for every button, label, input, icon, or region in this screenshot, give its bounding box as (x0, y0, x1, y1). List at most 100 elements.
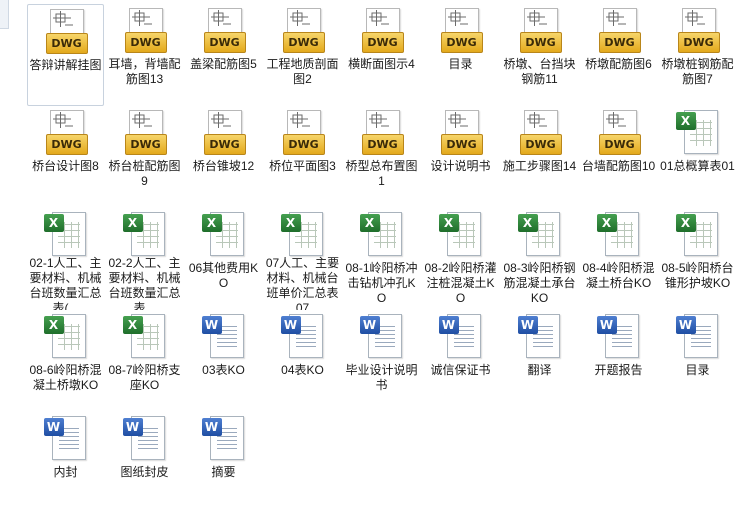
file-item[interactable]: DWG 桥墩、台挡块钢筋11 (501, 4, 578, 106)
file-item[interactable]: X 08-4岭阳桥混凝土桥台KO (580, 208, 657, 310)
excel-file-icon: X (595, 210, 643, 258)
file-item[interactable]: DWG 桥台设计图8 (27, 106, 104, 208)
excel-file-icon: X (121, 210, 169, 256)
file-item[interactable]: W 翻译 (501, 310, 578, 412)
file-item[interactable]: W 04表KO (264, 310, 341, 412)
excel-file-icon: X (674, 108, 722, 156)
file-name-label: 横断面图示4 (348, 57, 415, 71)
word-file-icon: W (437, 312, 485, 360)
file-name-label: 08-5岭阳桥台锥形护坡KO (661, 261, 734, 290)
file-name-label: 08-4岭阳桥混凝土桥台KO (582, 261, 655, 290)
excel-file-icon: X (279, 210, 327, 256)
file-name-label: 02-2人工、主要材料、机械台班数量汇总表... (108, 256, 181, 310)
file-name-label: 耳墙，背墙配筋图13 (108, 57, 181, 86)
dwg-file-icon: DWG (279, 6, 327, 54)
file-item[interactable]: W 03表KO (185, 310, 262, 412)
file-item[interactable]: W 毕业设计说明书 (343, 310, 420, 412)
file-name-label: 08-2岭阳桥灌注桩混凝土KO (424, 261, 497, 305)
file-item[interactable]: W 摘要 (185, 412, 262, 514)
dwg-file-icon: DWG (437, 108, 485, 156)
file-name-label: 桥墩、台挡块钢筋11 (503, 57, 576, 86)
word-file-icon: W (200, 414, 248, 462)
file-name-label: 08-3岭阳桥钢筋混凝土承台KO (503, 261, 576, 305)
file-item[interactable]: DWG 桥型总布置图1 (343, 106, 420, 208)
file-name-label: 翻译 (527, 363, 552, 377)
file-item[interactable]: DWG 台墙配筋图10 (580, 106, 657, 208)
file-name-label: 图纸封皮 (120, 465, 169, 479)
dwg-file-icon: DWG (358, 108, 406, 156)
file-name-label: 08-1岭阳桥冲击钻机冲孔KO (345, 261, 418, 305)
file-name-label: 桥墩配筋图6 (585, 57, 652, 71)
file-item[interactable]: DWG 盖梁配筋图5 (185, 4, 262, 106)
file-item[interactable]: X 01总概算表01 (659, 106, 736, 208)
file-name-label: 内封 (53, 465, 78, 479)
file-name-label: 桥台设计图8 (32, 159, 99, 173)
excel-file-icon: X (42, 210, 90, 256)
dwg-file-icon: DWG (516, 108, 564, 156)
file-item[interactable]: X 07人工、主要材料、机械台班单价汇总表07 (264, 208, 341, 310)
file-item[interactable]: DWG 目录 (422, 4, 499, 106)
file-item[interactable]: DWG 桥位平面图3 (264, 106, 341, 208)
word-file-icon: W (279, 312, 327, 360)
file-item[interactable]: DWG 工程地质剖面图2 (264, 4, 341, 106)
excel-file-icon: X (121, 312, 169, 360)
file-item[interactable]: X 06其他费用KO (185, 208, 262, 310)
file-item[interactable]: DWG 施工步骤图14 (501, 106, 578, 208)
file-name-label: 摘要 (211, 465, 236, 479)
file-item[interactable]: X 02-2人工、主要材料、机械台班数量汇总表... (106, 208, 183, 310)
file-item[interactable]: X 08-6岭阳桥混凝土桥墩KO (27, 310, 104, 412)
file-item[interactable]: X 02-1人工、主要材料、机械台班数量汇总表(... (27, 208, 104, 310)
dwg-file-icon: DWG (437, 6, 485, 54)
file-item[interactable]: W 目录 (659, 310, 736, 412)
file-grid: DWG 答辩讲解挂图 DWG 耳墙，背墙配筋图13 DWG 盖梁配筋图5 DWG 工程地质剖面… (27, 4, 738, 514)
word-file-icon: W (42, 414, 90, 462)
file-item[interactable]: W 开题报告 (580, 310, 657, 412)
file-name-label: 毕业设计说明书 (345, 363, 418, 392)
file-name-label: 开题报告 (594, 363, 643, 377)
file-item[interactable]: DWG 横断面图示4 (343, 4, 420, 106)
file-item[interactable]: DWG 桥台桩配筋图9 (106, 106, 183, 208)
file-item[interactable]: X 08-1岭阳桥冲击钻机冲孔KO (343, 208, 420, 310)
file-name-label: 诚信保证书 (430, 363, 491, 377)
dwg-file-icon: DWG (595, 108, 643, 156)
word-file-icon: W (516, 312, 564, 360)
file-item[interactable]: DWG 桥墩桩钢筋配筋图7 (659, 4, 736, 106)
file-item[interactable]: DWG 桥台锥坡12 (185, 106, 262, 208)
file-item[interactable]: W 内封 (27, 412, 104, 514)
word-file-icon: W (674, 312, 722, 360)
file-name-label: 08-7岭阳桥支座KO (108, 363, 181, 392)
file-item[interactable]: DWG 设计说明书 (422, 106, 499, 208)
file-item[interactable]: X 08-7岭阳桥支座KO (106, 310, 183, 412)
file-item[interactable]: W 图纸封皮 (106, 412, 183, 514)
dwg-file-icon: DWG (516, 6, 564, 54)
file-name-label: 桥台桩配筋图9 (108, 159, 181, 188)
dwg-file-icon: DWG (42, 7, 90, 55)
file-name-label: 桥墩桩钢筋配筋图7 (661, 57, 734, 86)
file-name-label: 目录 (685, 363, 710, 377)
file-item[interactable]: X 08-3岭阳桥钢筋混凝土承台KO (501, 208, 578, 310)
scrollbar-stub[interactable] (0, 0, 9, 29)
dwg-file-icon: DWG (358, 6, 406, 54)
excel-file-icon: X (358, 210, 406, 258)
file-name-label: 施工步骤图14 (502, 159, 577, 173)
file-item[interactable]: X 08-2岭阳桥灌注桩混凝土KO (422, 208, 499, 310)
file-name-label: 03表KO (202, 363, 245, 377)
word-file-icon: W (121, 414, 169, 462)
file-item[interactable]: X 08-5岭阳桥台锥形护坡KO (659, 208, 736, 310)
dwg-file-icon: DWG (279, 108, 327, 156)
file-item[interactable]: DWG 桥墩配筋图6 (580, 4, 657, 106)
file-item[interactable]: DWG 答辩讲解挂图 (27, 4, 104, 106)
dwg-file-icon: DWG (200, 6, 248, 54)
file-name-label: 桥型总布置图1 (345, 159, 418, 188)
file-item[interactable]: W 诚信保证书 (422, 310, 499, 412)
file-item[interactable]: DWG 耳墙，背墙配筋图13 (106, 4, 183, 106)
file-name-label: 01总概算表01 (660, 159, 735, 173)
file-name-label: 设计说明书 (430, 159, 491, 173)
file-name-label: 02-1人工、主要材料、机械台班数量汇总表(... (29, 256, 102, 310)
file-name-label: 桥位平面图3 (269, 159, 336, 173)
file-name-label: 工程地质剖面图2 (266, 57, 339, 86)
dwg-file-icon: DWG (121, 108, 169, 156)
file-name-label: 目录 (448, 57, 473, 71)
file-name-label: 08-6岭阳桥混凝土桥墩KO (29, 363, 102, 392)
file-name-label: 07人工、主要材料、机械台班单价汇总表07 (265, 256, 340, 310)
